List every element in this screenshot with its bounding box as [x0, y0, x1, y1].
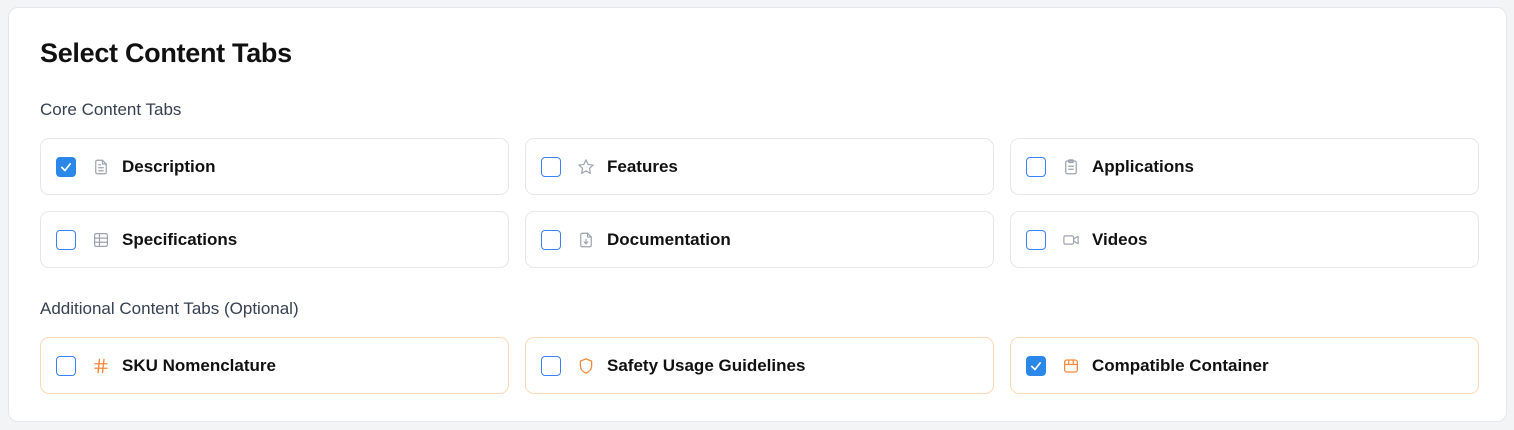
documentation-checkbox[interactable]	[541, 230, 561, 250]
tab-option-safety-usage-guidelines[interactable]: Safety Usage Guidelines	[525, 337, 994, 394]
tab-option-specifications[interactable]: Specifications	[40, 211, 509, 268]
sku-nomenclature-checkbox[interactable]	[56, 356, 76, 376]
additional-tabs-grid: SKU Nomenclature Safety Usage Guidelines…	[40, 337, 1479, 394]
star-icon	[576, 157, 596, 177]
description-checkbox[interactable]	[56, 157, 76, 177]
shield-icon	[576, 356, 596, 376]
description-label: Description	[122, 157, 216, 176]
videos-checkbox[interactable]	[1026, 230, 1046, 250]
specifications-checkbox[interactable]	[56, 230, 76, 250]
additional-section-label: Additional Content Tabs (Optional)	[40, 299, 299, 318]
compatible-container-checkbox[interactable]	[1026, 356, 1046, 376]
documentation-label: Documentation	[607, 230, 731, 249]
clipboard-list-icon	[1061, 157, 1081, 177]
table-icon	[91, 230, 111, 250]
sku-nomenclature-label: SKU Nomenclature	[122, 356, 276, 375]
content-tabs-panel: Select Content Tabs Core Content Tabs De…	[8, 7, 1507, 422]
hash-icon	[91, 356, 111, 376]
applications-label: Applications	[1092, 157, 1195, 176]
features-checkbox[interactable]	[541, 157, 561, 177]
file-download-icon	[576, 230, 596, 250]
tab-option-videos[interactable]: Videos	[1010, 211, 1479, 268]
tab-option-description[interactable]: Description	[40, 138, 509, 195]
container-icon	[1061, 356, 1081, 376]
safety-usage-guidelines-label: Safety Usage Guidelines	[607, 356, 806, 375]
applications-checkbox[interactable]	[1026, 157, 1046, 177]
tab-option-features[interactable]: Features	[525, 138, 994, 195]
page-title: Select Content Tabs	[40, 38, 292, 68]
videos-label: Videos	[1092, 230, 1148, 249]
tab-option-compatible-container[interactable]: Compatible Container	[1010, 337, 1479, 394]
specifications-label: Specifications	[122, 230, 238, 249]
features-label: Features	[607, 157, 678, 176]
tab-option-documentation[interactable]: Documentation	[525, 211, 994, 268]
safety-usage-guidelines-checkbox[interactable]	[541, 356, 561, 376]
tab-option-sku-nomenclature[interactable]: SKU Nomenclature	[40, 337, 509, 394]
compatible-container-label: Compatible Container	[1092, 356, 1269, 375]
core-section-label: Core Content Tabs	[40, 100, 182, 119]
core-tabs-grid: Description Features Applications Specif…	[40, 138, 1479, 268]
document-icon	[91, 157, 111, 177]
video-icon	[1061, 230, 1081, 250]
tab-option-applications[interactable]: Applications	[1010, 138, 1479, 195]
